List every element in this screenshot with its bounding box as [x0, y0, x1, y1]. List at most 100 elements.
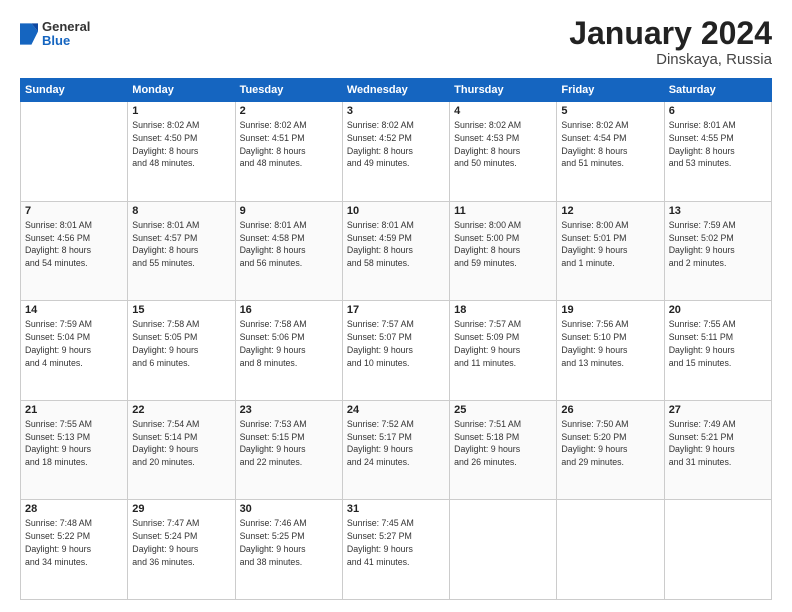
- day-cell: 12Sunrise: 8:00 AMSunset: 5:01 PMDayligh…: [557, 201, 664, 301]
- week-row-1: 1 Sunrise: 8:02 AMSunset: 4:50 PMDaylight…: [21, 102, 772, 202]
- day-cell: 4 Sunrise: 8:02 AMSunset: 4:53 PMDaylight…: [450, 102, 557, 202]
- col-monday: Monday: [128, 79, 235, 102]
- day-number: 31: [347, 503, 445, 515]
- day-info: Sunrise: 7:57 AMSunset: 5:09 PMDaylight:…: [454, 318, 552, 369]
- col-tuesday: Tuesday: [235, 79, 342, 102]
- col-wednesday: Wednesday: [342, 79, 449, 102]
- day-cell: 20 Sunrise: 7:55 AMSunset: 5:11 PMDayligh…: [664, 301, 771, 401]
- day-info: Sunrise: 8:01 AMSunset: 4:59 PMDaylight:…: [347, 219, 445, 270]
- calendar-subtitle: Dinskaya, Russia: [569, 51, 772, 68]
- day-cell: 11Sunrise: 8:00 AMSunset: 5:00 PMDayligh…: [450, 201, 557, 301]
- day-cell: 28Sunrise: 7:48 AMSunset: 5:22 PMDayligh…: [21, 500, 128, 600]
- day-info: Sunrise: 8:02 AMSunset: 4:51 PMDaylight:…: [240, 119, 338, 170]
- day-info: Sunrise: 8:02 AMSunset: 4:53 PMDaylight:…: [454, 119, 552, 170]
- day-info: Sunrise: 8:01 AMSunset: 4:58 PMDaylight:…: [240, 219, 338, 270]
- day-cell: 7 Sunrise: 8:01 AMSunset: 4:56 PMDaylight…: [21, 201, 128, 301]
- day-number: 16: [240, 304, 338, 316]
- day-number: 9: [240, 205, 338, 217]
- day-info: Sunrise: 7:50 AMSunset: 5:20 PMDaylight:…: [561, 418, 659, 469]
- day-number: 6: [669, 105, 767, 117]
- day-cell: 19 Sunrise: 7:56 AMSunset: 5:10 PMDayligh…: [557, 301, 664, 401]
- day-cell: [664, 500, 771, 600]
- day-cell: 16Sunrise: 7:58 AMSunset: 5:06 PMDayligh…: [235, 301, 342, 401]
- day-number: 7: [25, 205, 123, 217]
- day-info: Sunrise: 7:48 AMSunset: 5:22 PMDaylight:…: [25, 517, 123, 568]
- day-number: 18: [454, 304, 552, 316]
- col-thursday: Thursday: [450, 79, 557, 102]
- day-info: Sunrise: 8:00 AMSunset: 5:01 PMDaylight:…: [561, 219, 659, 270]
- day-info: Sunrise: 8:02 AMSunset: 4:54 PMDaylight:…: [561, 119, 659, 170]
- day-number: 29: [132, 503, 230, 515]
- day-number: 13: [669, 205, 767, 217]
- day-cell: 29 Sunrise: 7:47 AMSunset: 5:24 PMDayligh…: [128, 500, 235, 600]
- day-info: Sunrise: 7:55 AMSunset: 5:11 PMDaylight:…: [669, 318, 767, 369]
- day-cell: 6 Sunrise: 8:01 AMSunset: 4:55 PMDaylight…: [664, 102, 771, 202]
- col-sunday: Sunday: [21, 79, 128, 102]
- day-number: 1: [132, 105, 230, 117]
- day-cell: 22Sunrise: 7:54 AMSunset: 5:14 PMDayligh…: [128, 400, 235, 500]
- day-cell: [450, 500, 557, 600]
- day-number: 10: [347, 205, 445, 217]
- day-number: 30: [240, 503, 338, 515]
- logo-general: General: [42, 20, 90, 34]
- calendar-title: January 2024: [569, 16, 772, 51]
- day-number: 17: [347, 304, 445, 316]
- day-cell: 21 Sunrise: 7:55 AMSunset: 5:13 PMDayligh…: [21, 400, 128, 500]
- header-row: Sunday Monday Tuesday Wednesday Thursday…: [21, 79, 772, 102]
- day-number: 3: [347, 105, 445, 117]
- day-cell: 17 Sunrise: 7:57 AMSunset: 5:07 PMDayligh…: [342, 301, 449, 401]
- day-number: 26: [561, 404, 659, 416]
- day-info: Sunrise: 7:57 AMSunset: 5:07 PMDaylight:…: [347, 318, 445, 369]
- day-info: Sunrise: 7:45 AMSunset: 5:27 PMDaylight:…: [347, 517, 445, 568]
- day-info: Sunrise: 7:52 AMSunset: 5:17 PMDaylight:…: [347, 418, 445, 469]
- day-info: Sunrise: 8:00 AMSunset: 5:00 PMDaylight:…: [454, 219, 552, 270]
- day-cell: 15 Sunrise: 7:58 AMSunset: 5:05 PMDayligh…: [128, 301, 235, 401]
- day-info: Sunrise: 7:55 AMSunset: 5:13 PMDaylight:…: [25, 418, 123, 469]
- day-number: 27: [669, 404, 767, 416]
- page: General Blue January 2024 Dinskaya, Russ…: [0, 0, 792, 612]
- day-number: 8: [132, 205, 230, 217]
- week-row-4: 21 Sunrise: 7:55 AMSunset: 5:13 PMDayligh…: [21, 400, 772, 500]
- header: General Blue January 2024 Dinskaya, Russ…: [20, 16, 772, 68]
- col-friday: Friday: [557, 79, 664, 102]
- day-number: 23: [240, 404, 338, 416]
- day-info: Sunrise: 7:58 AMSunset: 5:05 PMDaylight:…: [132, 318, 230, 369]
- day-info: Sunrise: 7:46 AMSunset: 5:25 PMDaylight:…: [240, 517, 338, 568]
- day-number: 2: [240, 105, 338, 117]
- day-number: 22: [132, 404, 230, 416]
- logo-text: General Blue: [42, 20, 90, 49]
- day-info: Sunrise: 7:47 AMSunset: 5:24 PMDaylight:…: [132, 517, 230, 568]
- day-info: Sunrise: 7:53 AMSunset: 5:15 PMDaylight:…: [240, 418, 338, 469]
- day-cell: 8Sunrise: 8:01 AMSunset: 4:57 PMDaylight…: [128, 201, 235, 301]
- day-info: Sunrise: 8:02 AMSunset: 4:52 PMDaylight:…: [347, 119, 445, 170]
- calendar-table: Sunday Monday Tuesday Wednesday Thursday…: [20, 78, 772, 600]
- day-cell: [557, 500, 664, 600]
- day-number: 24: [347, 404, 445, 416]
- day-cell: 25Sunrise: 7:51 AMSunset: 5:18 PMDayligh…: [450, 400, 557, 500]
- day-info: Sunrise: 8:01 AMSunset: 4:56 PMDaylight:…: [25, 219, 123, 270]
- day-cell: 27 Sunrise: 7:49 AMSunset: 5:21 PMDayligh…: [664, 400, 771, 500]
- col-saturday: Saturday: [664, 79, 771, 102]
- day-cell: 5Sunrise: 8:02 AMSunset: 4:54 PMDaylight…: [557, 102, 664, 202]
- day-number: 20: [669, 304, 767, 316]
- day-cell: 26 Sunrise: 7:50 AMSunset: 5:20 PMDayligh…: [557, 400, 664, 500]
- day-number: 4: [454, 105, 552, 117]
- day-number: 21: [25, 404, 123, 416]
- day-number: 19: [561, 304, 659, 316]
- day-cell: 30 Sunrise: 7:46 AMSunset: 5:25 PMDayligh…: [235, 500, 342, 600]
- day-cell: 14Sunrise: 7:59 AMSunset: 5:04 PMDayligh…: [21, 301, 128, 401]
- day-number: 15: [132, 304, 230, 316]
- day-info: Sunrise: 7:59 AMSunset: 5:04 PMDaylight:…: [25, 318, 123, 369]
- day-cell: 3 Sunrise: 8:02 AMSunset: 4:52 PMDaylight…: [342, 102, 449, 202]
- day-cell: 31 Sunrise: 7:45 AMSunset: 5:27 PMDayligh…: [342, 500, 449, 600]
- day-info: Sunrise: 7:51 AMSunset: 5:18 PMDaylight:…: [454, 418, 552, 469]
- day-cell: 2 Sunrise: 8:02 AMSunset: 4:51 PMDaylight…: [235, 102, 342, 202]
- day-info: Sunrise: 7:49 AMSunset: 5:21 PMDaylight:…: [669, 418, 767, 469]
- day-info: Sunrise: 7:56 AMSunset: 5:10 PMDaylight:…: [561, 318, 659, 369]
- day-cell: 18 Sunrise: 7:57 AMSunset: 5:09 PMDayligh…: [450, 301, 557, 401]
- day-info: Sunrise: 8:02 AMSunset: 4:50 PMDaylight:…: [132, 119, 230, 170]
- day-info: Sunrise: 8:01 AMSunset: 4:55 PMDaylight:…: [669, 119, 767, 170]
- day-cell: 1 Sunrise: 8:02 AMSunset: 4:50 PMDaylight…: [128, 102, 235, 202]
- day-cell: 24 Sunrise: 7:52 AMSunset: 5:17 PMDayligh…: [342, 400, 449, 500]
- day-cell: 10 Sunrise: 8:01 AMSunset: 4:59 PMDayligh…: [342, 201, 449, 301]
